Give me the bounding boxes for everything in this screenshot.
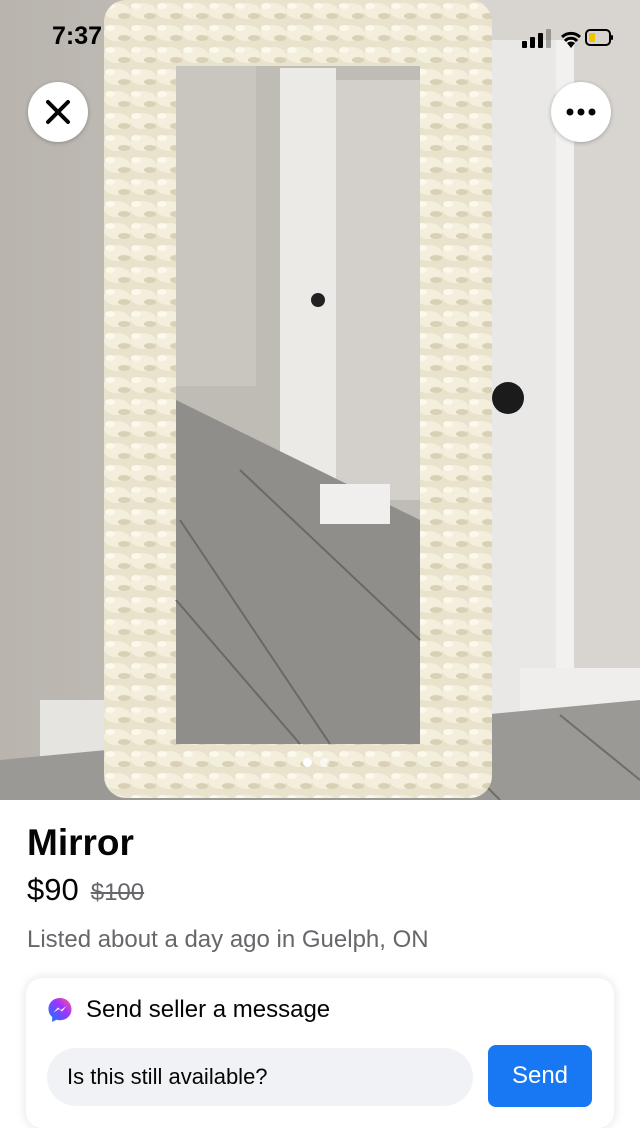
close-button[interactable]	[28, 82, 88, 142]
messenger-icon	[48, 998, 72, 1022]
page-dot-1[interactable]	[303, 758, 312, 767]
listing-price: $90	[27, 872, 79, 907]
status-time: 7:37	[52, 22, 103, 50]
close-icon	[46, 100, 70, 124]
message-card: Send seller a message Is this still avai…	[26, 978, 614, 1128]
message-header: Send seller a message	[46, 996, 330, 1024]
signal-icon	[522, 29, 551, 48]
page-dot-2[interactable]	[320, 758, 329, 767]
status-icons	[522, 26, 614, 50]
message-header-label: Send seller a message	[86, 996, 331, 1023]
send-button[interactable]: Send	[488, 1045, 592, 1107]
message-input-value: Is this still available?	[67, 1064, 268, 1089]
message-input[interactable]: Is this still available?	[47, 1048, 473, 1106]
price-row: $90 $100	[27, 872, 144, 908]
mirror-photo-illustration	[0, 0, 640, 800]
more-icon	[566, 108, 596, 116]
wifi-icon	[560, 31, 582, 48]
listing-title: Mirror	[27, 822, 134, 863]
listing-photo[interactable]	[0, 0, 640, 800]
more-options-button[interactable]	[551, 82, 611, 142]
status-bar: 7:37	[0, 0, 640, 70]
original-price: $100	[90, 879, 145, 906]
listed-info: Listed about a day ago in Guelph, ON	[27, 926, 429, 953]
battery-icon	[585, 29, 613, 46]
photo-page-indicator	[303, 758, 329, 767]
